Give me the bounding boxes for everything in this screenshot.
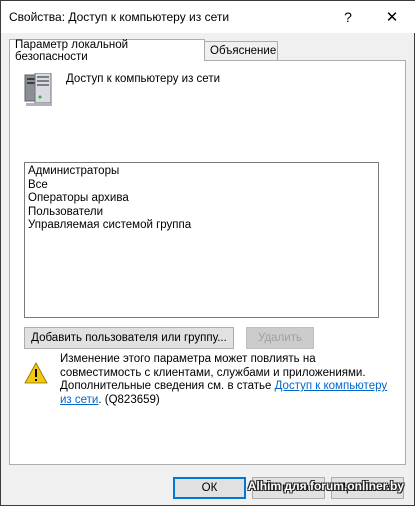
close-button[interactable]: ✕ bbox=[370, 1, 414, 33]
list-item[interactable]: Все bbox=[28, 179, 375, 193]
watermark-text: Alhim для forum.onliner.by bbox=[247, 479, 404, 493]
list-item[interactable]: Администраторы bbox=[28, 165, 375, 179]
help-button[interactable]: ? bbox=[326, 1, 370, 33]
tab-local-security-setting[interactable]: Параметр локальной безопасности bbox=[9, 39, 205, 63]
policy-name: Доступ к компьютеру из сети bbox=[66, 73, 221, 85]
list-item[interactable]: Операторы архива bbox=[28, 192, 375, 206]
add-user-or-group-button[interactable]: Добавить пользователя или группу... bbox=[24, 327, 234, 349]
properties-dialog: Свойства: Доступ к компьютеру из сети ? … bbox=[0, 0, 416, 506]
kb-reference: . (Q823659) bbox=[98, 393, 160, 406]
list-item[interactable]: Управляемая системой группа bbox=[28, 219, 375, 233]
tab-explanation[interactable]: Объяснение bbox=[204, 41, 278, 61]
warning-text: Изменение этого параметра может повлиять… bbox=[60, 353, 390, 407]
warning-icon bbox=[24, 362, 48, 384]
remove-button[interactable]: Удалить bbox=[246, 327, 314, 349]
title-bar: Свойства: Доступ к компьютеру из сети ? … bbox=[1, 1, 416, 33]
list-item[interactable]: Пользователи bbox=[28, 206, 375, 220]
window-title: Свойства: Доступ к компьютеру из сети bbox=[9, 10, 230, 24]
server-icon bbox=[24, 73, 52, 106]
members-list[interactable]: Администраторы Все Операторы архива Поль… bbox=[24, 162, 379, 318]
tab-panel: Доступ к компьютеру из сети Администрато… bbox=[9, 60, 406, 465]
